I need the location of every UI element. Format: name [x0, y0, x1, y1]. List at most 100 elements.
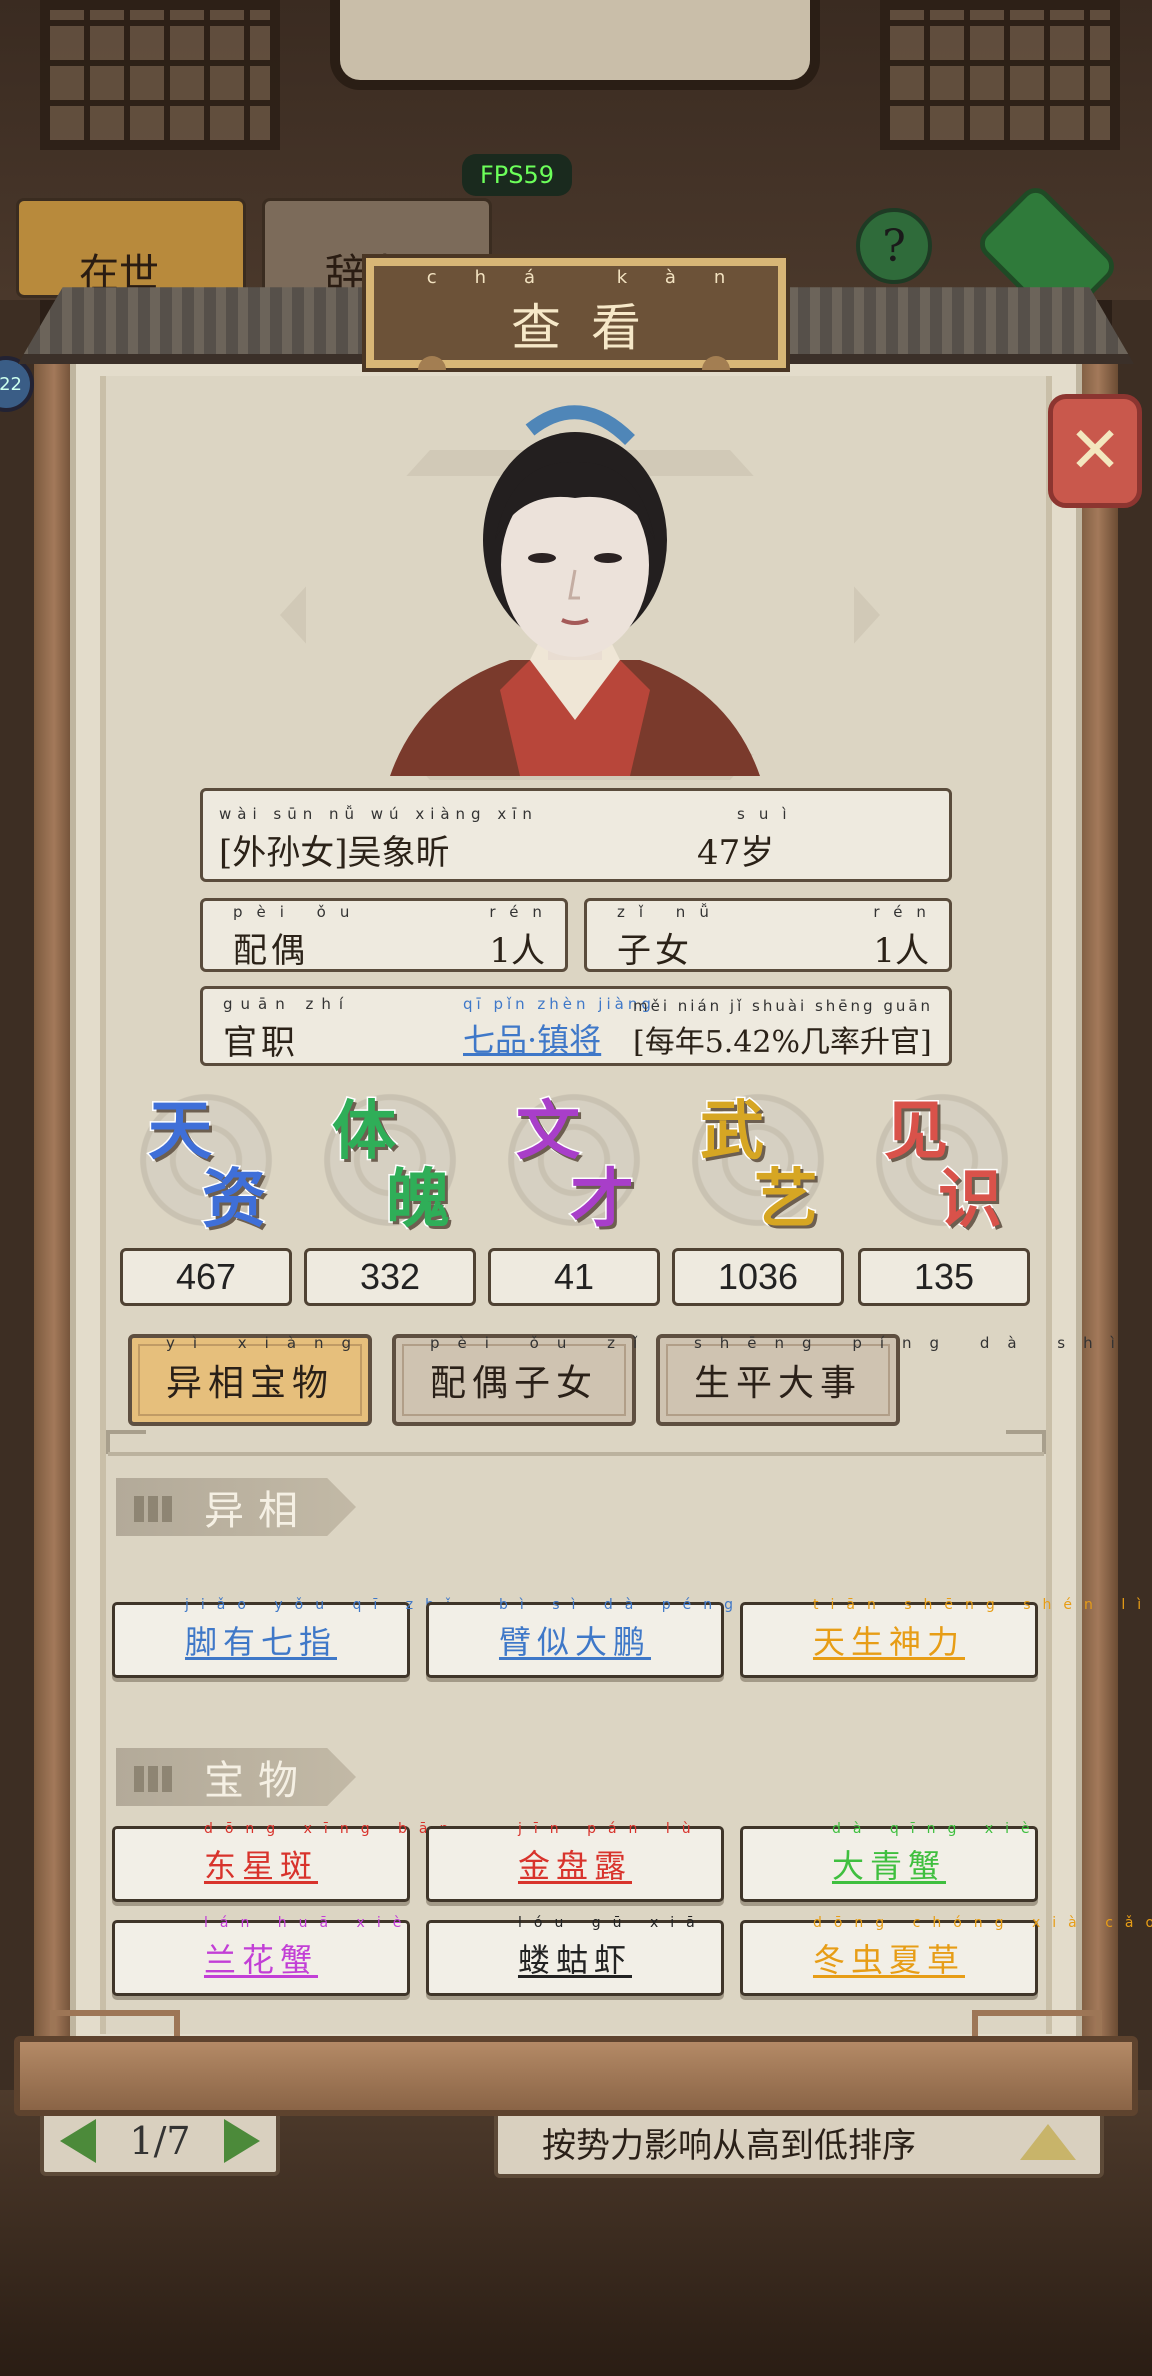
tab-pinyin: yì xiàng bǎo wù — [165, 1334, 555, 1352]
chip-label: 大青蟹 — [831, 1847, 946, 1885]
treasure-chip[interactable]: dōng xīng bān 东星斑 — [112, 1821, 448, 1902]
stat-knowledge-char2: 识 — [937, 1161, 1004, 1239]
modal-title-pinyin: chá kàn — [426, 266, 764, 288]
stat-knowledge-value: 135 — [858, 1248, 1030, 1306]
stat-talent-char2: 资 — [201, 1161, 268, 1239]
chip-pinyin: lán huā xiè — [203, 1915, 414, 1931]
trait-chip[interactable]: bì sì dà péng 臂似大鹏 — [426, 1597, 733, 1678]
stat-literacy-icon: 文 才 — [494, 1090, 654, 1240]
chip-pinyin: jīn pán lù — [517, 1821, 703, 1837]
chip-label: 东星斑 — [203, 1847, 318, 1885]
modal-title: 查看 — [511, 298, 671, 357]
treasure-chip[interactable]: lán huā xiè 兰花蟹 — [112, 1915, 410, 1996]
traits-section-title: 异相 — [204, 1488, 312, 1534]
chip-pinyin: tiān shēng shén lì — [812, 1597, 1152, 1613]
chip-label: 蝼蛄虾 — [517, 1941, 632, 1979]
relation-name: [外孙女]吴象昕 — [219, 833, 450, 873]
wall-painting — [330, 0, 820, 90]
trait-chip[interactable]: tiān shēng shén lì 天生神力 — [740, 1597, 1141, 1678]
fps-counter: FPS59 — [462, 154, 572, 196]
section-divider — [108, 1452, 1044, 1456]
name-pinyin: wài sūn nǚ wú xiàng xīn — [219, 805, 538, 823]
stat-talent-icon: 天 资 — [126, 1090, 286, 1240]
frame-pillar — [34, 340, 74, 2060]
children-value: 1人 — [873, 931, 929, 971]
tab-label: 配偶子女 — [429, 1363, 598, 1404]
stat-physique-icon: 体 魄 — [310, 1090, 470, 1240]
tab-pinyin: pèi ǒu zǐ nǚ — [429, 1334, 733, 1352]
sort-dropdown[interactable]: 按势力影响从高到低排序 — [494, 2106, 1104, 2178]
tab-traits-treasures[interactable]: yì xiàng bǎo wù 异相宝物 — [128, 1334, 555, 1426]
stat-physique-char2: 魄 — [385, 1161, 452, 1239]
pattern-icon — [134, 1496, 174, 1522]
traits-section-header: 异相 — [116, 1478, 356, 1536]
stat-martial-icon: 武 艺 — [678, 1090, 838, 1240]
close-icon: ✕ — [1068, 414, 1122, 488]
chip-pinyin: lóu gū xiā — [517, 1915, 707, 1931]
tab-label: 异相宝物 — [165, 1363, 334, 1404]
stat-literacy-char2: 才 — [569, 1161, 636, 1239]
stat-talent-value: 467 — [120, 1248, 292, 1306]
chip-label: 兰花蟹 — [203, 1941, 318, 1979]
stat-knowledge-icon: 见 识 — [862, 1090, 1022, 1240]
spouse-label-pinyin: pèi ǒu — [233, 903, 364, 921]
pager: 1/7 — [40, 2106, 280, 2176]
trait-chip[interactable]: jiǎo yǒu qī zhǐ 脚有七指 — [112, 1597, 450, 1678]
children-box: zǐ nǚ 子女 rén 1人 — [584, 898, 952, 972]
age-pinyin: suì — [737, 805, 801, 823]
chip-pinyin: dōng chóng xià cǎo — [812, 1915, 1152, 1931]
children-label: 子女 — [617, 931, 693, 971]
chip-label: 脚有七指 — [184, 1623, 337, 1661]
office-box: guān zhí 官职 qī pǐn zhèn jiàng 七品·镇将 měi … — [200, 986, 952, 1066]
office-label: 官职 — [223, 1023, 299, 1063]
chip-pinyin: dà qīng xiè — [831, 1821, 1042, 1837]
spouse-value-pinyin: rén — [489, 903, 556, 921]
chip-label: 冬虫夏草 — [812, 1941, 965, 1979]
help-icon: ? — [882, 220, 906, 272]
tab-alive[interactable]: 在世 — [16, 198, 246, 298]
tab-spouse-children[interactable]: pèi ǒu zǐ nǚ 配偶子女 — [392, 1334, 733, 1426]
chip-label: 臂似大鹏 — [498, 1623, 651, 1661]
treasure-chip[interactable]: dà qīng xiè 大青蟹 — [740, 1821, 1038, 1902]
tab-pinyin: shēng píng dà shì — [693, 1334, 1115, 1352]
chip-pinyin: jiǎo yǒu qī zhǐ — [184, 1597, 462, 1613]
spouse-box: pèi ǒu 配偶 rén 1人 — [200, 898, 568, 972]
treasure-chip[interactable]: lóu gū xiā 蝼蛄虾 — [426, 1915, 724, 1996]
spouse-label: 配偶 — [233, 931, 309, 971]
tab-life-events[interactable]: shēng píng dà shì 生平大事 — [656, 1334, 1115, 1426]
frame-pillar — [1078, 340, 1118, 2060]
treasures-section-title: 宝物 — [204, 1758, 312, 1804]
help-button[interactable]: ? — [856, 208, 932, 284]
treasure-chip[interactable]: jīn pán lù 金盘露 — [426, 1821, 724, 1902]
office-label-pinyin: guān zhí — [223, 995, 352, 1013]
window-lattice — [40, 0, 280, 150]
tab-label: 生平大事 — [693, 1363, 862, 1404]
children-value-pinyin: rén — [873, 903, 940, 921]
name-age-box: wài sūn nǚ wú xiàng xīn [外孙女]吴象昕 suì 47岁 — [200, 788, 952, 882]
office-value-pinyin: qī pǐn zhèn jiàng — [463, 995, 655, 1013]
treasure-chip[interactable]: dōng chóng xià cǎo 冬虫夏草 — [740, 1915, 1152, 1996]
office-value-link[interactable]: 七品·镇将 — [463, 1021, 601, 1059]
age-value: 47岁 — [697, 833, 775, 873]
dropdown-arrow-icon — [1020, 2124, 1076, 2160]
modal-base — [14, 2036, 1138, 2116]
promotion-rate: [每年5.42%几率升官] — [633, 1025, 932, 1060]
children-label-pinyin: zǐ nǚ — [617, 903, 723, 921]
stat-martial-value: 1036 — [672, 1248, 844, 1306]
page-indicator: 1/7 — [129, 2119, 191, 2163]
window-lattice — [880, 0, 1120, 150]
stat-martial-char2: 艺 — [753, 1161, 820, 1239]
stat-literacy-value: 41 — [488, 1248, 660, 1306]
divider-corner — [106, 1430, 146, 1454]
pattern-icon — [134, 1766, 174, 1792]
chip-label: 金盘露 — [517, 1847, 632, 1885]
divider-corner — [1006, 1430, 1046, 1454]
chip-label: 天生神力 — [812, 1623, 965, 1661]
next-page-icon[interactable] — [224, 2119, 260, 2163]
close-button[interactable]: ✕ — [1048, 394, 1142, 508]
stat-physique-value: 332 — [304, 1248, 476, 1306]
spouse-value: 1人 — [489, 931, 545, 971]
prev-page-icon[interactable] — [60, 2119, 96, 2163]
character-portrait — [380, 390, 770, 776]
sort-label: 按势力影响从高到低排序 — [542, 2125, 916, 2166]
